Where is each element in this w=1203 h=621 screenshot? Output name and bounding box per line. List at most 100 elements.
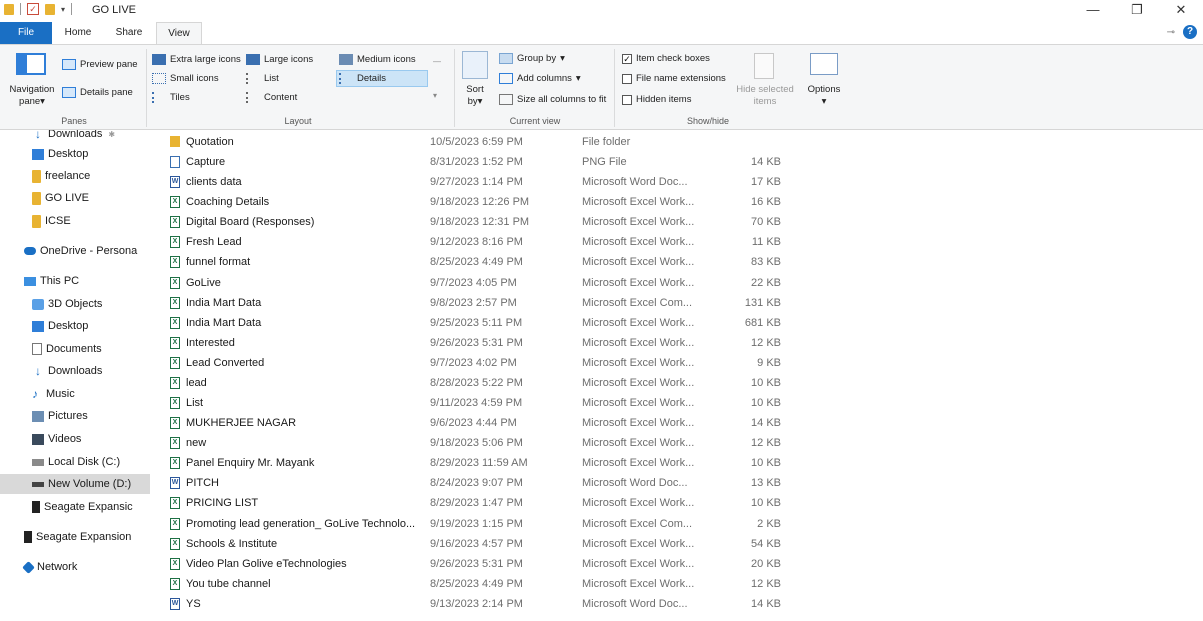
file-row[interactable]: Xfunnel format 8/25/2023 4:49 PM Microsoft… xyxy=(150,252,1203,272)
nav-item[interactable]: ♪ Music xyxy=(0,384,150,404)
file-row[interactable]: Xlead 8/28/2023 5:22 PM Microsoft Excel Wo… xyxy=(150,373,1203,393)
pin-ribbon-icon[interactable]: ⊸ xyxy=(1167,27,1175,38)
small-icons-option[interactable]: Small icons xyxy=(152,73,219,84)
restore-button[interactable]: ❐ xyxy=(1115,0,1159,22)
nav-item[interactable]: ↓ Downloads ✱ xyxy=(0,130,150,144)
file-size: 16 KB xyxy=(751,196,781,209)
file-row[interactable]: W PITCH 8/24/2023 9:07 PM Microsoft Word Do… xyxy=(150,473,1203,493)
nav-item[interactable]: freelance xyxy=(0,166,150,186)
nav-item[interactable]: Local Disk (C:) xyxy=(0,452,150,472)
customize-dropdown-icon[interactable]: ▾ xyxy=(61,5,65,14)
options-button[interactable]: Options ▾ xyxy=(804,84,844,108)
local-disk-icon xyxy=(32,458,44,466)
options-icon[interactable] xyxy=(810,53,838,75)
medium-icons-option[interactable]: Medium icons xyxy=(339,54,416,65)
sort-by-icon[interactable] xyxy=(462,51,488,79)
hide-selected-icon[interactable] xyxy=(754,53,774,79)
file-row[interactable]: X Digital Board (Responses) 9/18/2023 12:3… xyxy=(150,212,1203,232)
file-size: 54 KB xyxy=(751,537,781,550)
nav-item[interactable]: Documents xyxy=(0,339,150,359)
nav-item[interactable]: Desktop xyxy=(0,316,150,336)
help-icon[interactable]: ? xyxy=(1183,25,1197,39)
nav-item[interactable]: 3D Objects xyxy=(0,294,150,314)
hidden-items-checkbox[interactable]: Hidden items xyxy=(622,94,691,105)
nav-item[interactable]: Videos xyxy=(0,429,150,449)
preview-pane-button[interactable]: Preview pane xyxy=(62,59,138,70)
file-row[interactable]: Capture 8/31/2023 1:52 PM PNG File 14 KB xyxy=(150,152,1203,172)
png-file-icon xyxy=(170,156,180,169)
content-option[interactable]: Content xyxy=(246,92,297,103)
file-row[interactable]: X List 9/11/2023 4:59 PM Microsoft Excel Wo… xyxy=(150,393,1203,413)
file-row[interactable]: X Panel Enquiry Mr. Mayank 8/29/2023 11:59… xyxy=(150,453,1203,473)
file-row[interactable]: X You tube channel 8/25/2023 4:49 PM Micros… xyxy=(150,574,1203,594)
sort-by-button[interactable]: Sort by▾ xyxy=(460,84,490,108)
file-row[interactable]: Quotation 10/5/2023 6:59 PM File folder xyxy=(150,132,1203,152)
folder-icon xyxy=(32,191,41,205)
navigation-pane-icon[interactable] xyxy=(16,53,46,75)
file-row[interactable]: W YS 9/13/2023 2:14 PM Microsoft Word Doc..… xyxy=(150,594,1203,614)
file-row[interactable]: X Lead Converted 9/7/2023 4:02 PM Microsoft… xyxy=(150,353,1203,373)
file-name-extensions-checkbox[interactable]: File name extensions xyxy=(622,73,726,84)
file-name: Coaching Details xyxy=(186,196,270,209)
file-row[interactable]: X Schools & Institute 9/16/2023 4:57 PM Mic… xyxy=(150,534,1203,554)
nav-item[interactable]: OneDrive - Persona xyxy=(0,241,150,261)
tiles-option[interactable]: Tiles xyxy=(152,92,190,103)
excel-file-icon: X xyxy=(170,276,180,289)
tab-share[interactable]: Share xyxy=(106,22,152,44)
nav-item[interactable]: Pictures xyxy=(0,406,150,426)
layout-scroll-up-icon[interactable]: — xyxy=(433,57,441,66)
tab-view[interactable]: View xyxy=(156,22,202,44)
tab-home[interactable]: Home xyxy=(56,22,100,44)
close-button[interactable]: ✕ xyxy=(1159,0,1203,22)
nav-item[interactable]: ↓ Downloads xyxy=(0,361,150,381)
extra-large-icons-option[interactable]: Extra large icons xyxy=(152,54,241,65)
file-row[interactable]: X MUKHERJEE NAGAR 9/6/2023 4:44 PM Microsof… xyxy=(150,413,1203,433)
file-row[interactable]: X India Mart Data 9/8/2023 2:57 PM Microsof… xyxy=(150,293,1203,313)
details-pane-button[interactable]: Details pane xyxy=(62,87,133,98)
folder-icon xyxy=(4,3,14,15)
file-type: Microsoft Excel Work... xyxy=(582,316,695,329)
file-row[interactable]: X PRICING LIST 8/29/2023 1:47 PM Microsoft … xyxy=(150,493,1203,513)
file-name: new xyxy=(186,437,207,450)
list-option[interactable]: List xyxy=(246,73,279,84)
file-date-modified: 9/19/2023 1:15 PM xyxy=(430,517,523,530)
nav-item[interactable]: Network xyxy=(0,557,150,577)
file-row[interactable]: X Interested 9/26/2023 5:31 PM Microsoft Ex… xyxy=(150,333,1203,353)
file-type: Microsoft Excel Work... xyxy=(582,557,695,570)
group-by-button[interactable]: Group by ▾ xyxy=(499,53,565,64)
add-columns-button[interactable]: Add columns ▾ xyxy=(499,73,581,84)
item-check-boxes-checkbox[interactable]: ✓ Item check boxes xyxy=(622,53,710,64)
navigation-pane[interactable]: ↓ Downloads ✱ Desktop freelance GO LIVE ICSE O… xyxy=(0,130,150,621)
layout-expand-icon[interactable]: ▾ xyxy=(433,91,437,100)
file-row[interactable]: X GoLive 9/7/2023 4:05 PM Microsoft Excel W… xyxy=(150,273,1203,293)
size-all-columns-button[interactable]: Size all columns to fit xyxy=(499,94,606,105)
minimize-button[interactable]: — xyxy=(1071,0,1115,22)
properties-icon[interactable]: ✓ xyxy=(27,3,39,15)
file-list[interactable]: Quotation 10/5/2023 6:59 PM File folder Cap… xyxy=(150,130,1203,621)
new-folder-icon[interactable] xyxy=(45,3,55,15)
nav-item[interactable]: New Volume (D:) xyxy=(0,474,150,494)
file-row[interactable]: Xnew 9/18/2023 5:06 PM Microsoft Excel Wor… xyxy=(150,433,1203,453)
nav-item[interactable]: Desktop xyxy=(0,144,150,164)
file-row[interactable]: Wclients data 9/27/2023 1:14 PM Microsoft … xyxy=(150,172,1203,192)
checkbox-icon xyxy=(622,94,632,105)
file-row[interactable]: X India Mart Data 9/25/2023 5:11 PM Microso… xyxy=(150,313,1203,333)
file-row[interactable]: X Video Plan Golive eTechnologies 9/26/202… xyxy=(150,554,1203,574)
divider xyxy=(20,3,21,15)
size-columns-icon xyxy=(499,94,513,105)
desktop-icon xyxy=(32,320,44,332)
nav-item[interactable]: Seagate Expansic xyxy=(0,497,150,517)
nav-item[interactable]: This PC xyxy=(0,271,150,291)
file-row[interactable]: X Coaching Details 9/18/2023 12:26 PM Micro… xyxy=(150,192,1203,212)
file-row[interactable]: X Promoting lead generation_ GoLive Techn… xyxy=(150,514,1203,534)
navigation-pane-button[interactable]: Navigation pane▾ xyxy=(4,84,60,108)
file-date-modified: 9/18/2023 12:26 PM xyxy=(430,196,530,209)
hide-selected-items-button[interactable]: Hide selected items xyxy=(734,84,796,108)
nav-item[interactable]: ICSE xyxy=(0,211,150,231)
tab-file[interactable]: File xyxy=(0,22,52,44)
nav-item[interactable]: GO LIVE xyxy=(0,188,150,208)
details-option[interactable]: Details xyxy=(339,73,386,84)
nav-item[interactable]: Seagate Expansion xyxy=(0,527,150,547)
large-icons-option[interactable]: Large icons xyxy=(246,54,313,65)
file-row[interactable]: X Fresh Lead 9/12/2023 8:16 PM Microsoft Ex… xyxy=(150,232,1203,252)
